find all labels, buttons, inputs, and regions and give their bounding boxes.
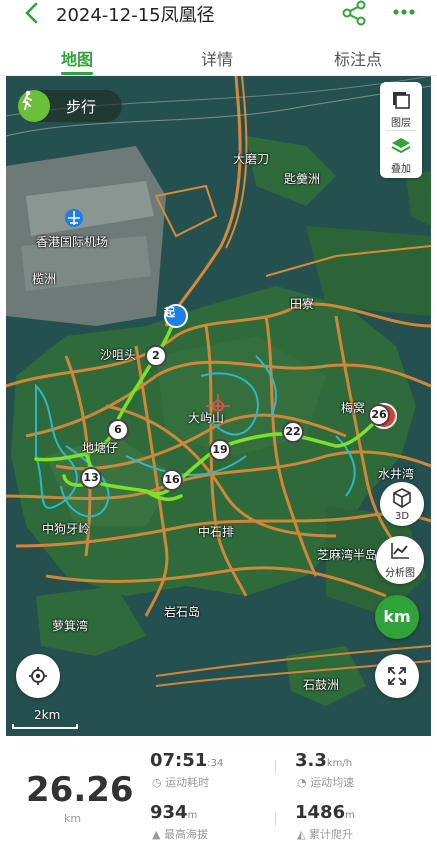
top-bar: 2024-12-15凤凰径 — [0, 0, 437, 26]
tab-bar: 地图 详情 标注点 — [0, 36, 437, 76]
scale-bar — [12, 724, 78, 729]
cube-icon — [392, 488, 412, 508]
climb-icon: ◭ — [297, 828, 306, 841]
unit-label: km — [383, 607, 411, 626]
place-label: 香港国际机场 — [36, 235, 109, 249]
3d-view-button[interactable]: 3D — [380, 482, 424, 526]
fullscreen-button[interactable] — [375, 654, 419, 698]
tab-details[interactable]: 详情 — [177, 46, 257, 70]
distance-unit: km — [64, 812, 82, 825]
page-title: 2024-12-15凤凰径 — [56, 5, 215, 26]
place-label: 大磨刀 — [233, 152, 270, 166]
place-label: 中石排 — [198, 525, 235, 539]
place-label: 岩石岛 — [164, 605, 201, 619]
activity-mode-label: 步行 — [66, 98, 97, 116]
expand-icon — [387, 666, 407, 686]
overlay-label[interactable]: 叠加 — [380, 160, 422, 175]
stats-panel: 26.26 km 07:51:34 ◷ 运动耗时 3.3km/h ◔ 运动均速 … — [0, 736, 437, 860]
locate-button[interactable] — [16, 654, 60, 698]
place-label: 水井湾 — [378, 467, 415, 481]
map-canvas — [6, 76, 431, 736]
share-icon[interactable] — [339, 0, 369, 26]
place-label: 田寮 — [290, 297, 315, 311]
start-marker-label[interactable]: 起 — [164, 304, 175, 320]
climb-value: 1486m — [295, 802, 355, 823]
clock-icon: ◷ — [152, 776, 162, 789]
overlay-icon[interactable] — [391, 136, 411, 156]
place-label: 匙羹洲 — [284, 172, 321, 186]
place-label: 沙咀头 — [100, 348, 137, 362]
analysis-label: 分析图 — [385, 568, 415, 579]
speed-value: 3.3km/h — [295, 750, 353, 771]
waypoint-marker[interactable]: 2 — [145, 345, 167, 367]
place-label: 石鼓洲 — [303, 678, 340, 692]
unit-toggle-button[interactable]: km — [375, 595, 419, 639]
waypoint-marker[interactable]: 16 — [161, 469, 183, 491]
max-altitude-value: 934m — [150, 802, 198, 823]
speedometer-icon: ◔ — [297, 776, 307, 789]
waypoint-marker[interactable]: 6 — [107, 419, 129, 441]
map-layer-panel: 图层 叠加 — [380, 82, 422, 178]
active-tab-indicator — [61, 72, 93, 75]
layers-icon[interactable] — [391, 90, 411, 110]
distance-value: 26.26 — [26, 770, 134, 810]
place-label: 萝箕湾 — [52, 619, 89, 633]
waypoint-marker[interactable]: 22 — [282, 421, 304, 443]
back-icon[interactable] — [18, 0, 44, 26]
place-label: 榄洲 — [32, 272, 57, 286]
speed-label: ◔ 运动均速 — [297, 776, 355, 789]
map-view[interactable]: 起 大磨刀 匙羹洲 香港国际机场 榄洲 田寮 沙咀头 大屿山 梅窝 地塘仔 水井… — [6, 76, 431, 736]
more-icon[interactable] — [390, 0, 420, 26]
divider — [275, 812, 276, 826]
chart-icon — [390, 542, 410, 560]
layers-label[interactable]: 图层 — [380, 114, 422, 129]
place-label: 梅窝 — [341, 401, 366, 415]
max-altitude-label: ▲ 最高海拔 — [152, 828, 208, 841]
duration-value: 07:51:34 — [150, 750, 224, 771]
climb-label: ◭ 累计爬升 — [297, 828, 353, 841]
mountain-icon: ▲ — [152, 828, 161, 841]
walking-icon — [18, 90, 50, 122]
place-label: 中狗牙岭 — [42, 522, 91, 536]
tab-markers[interactable]: 标注点 — [318, 46, 398, 70]
divider — [386, 130, 416, 131]
target-icon — [28, 666, 48, 686]
waypoint-marker[interactable]: 26 — [368, 404, 390, 426]
waypoint-marker[interactable]: 13 — [80, 467, 102, 489]
analysis-chart-button[interactable]: 分析图 — [376, 536, 424, 584]
duration-label: ◷ 运动耗时 — [152, 776, 210, 789]
waypoint-marker[interactable]: 19 — [209, 439, 231, 461]
3d-label: 3D — [394, 511, 410, 522]
activity-mode-pill[interactable]: 步行 — [18, 90, 122, 122]
tab-map[interactable]: 地图 — [37, 46, 117, 70]
place-label: 大屿山 — [188, 411, 225, 425]
place-label: 芝麻湾半岛 — [317, 548, 378, 562]
place-label: 地塘仔 — [82, 441, 119, 455]
scale-label: 2km — [34, 708, 61, 722]
divider — [275, 760, 276, 774]
